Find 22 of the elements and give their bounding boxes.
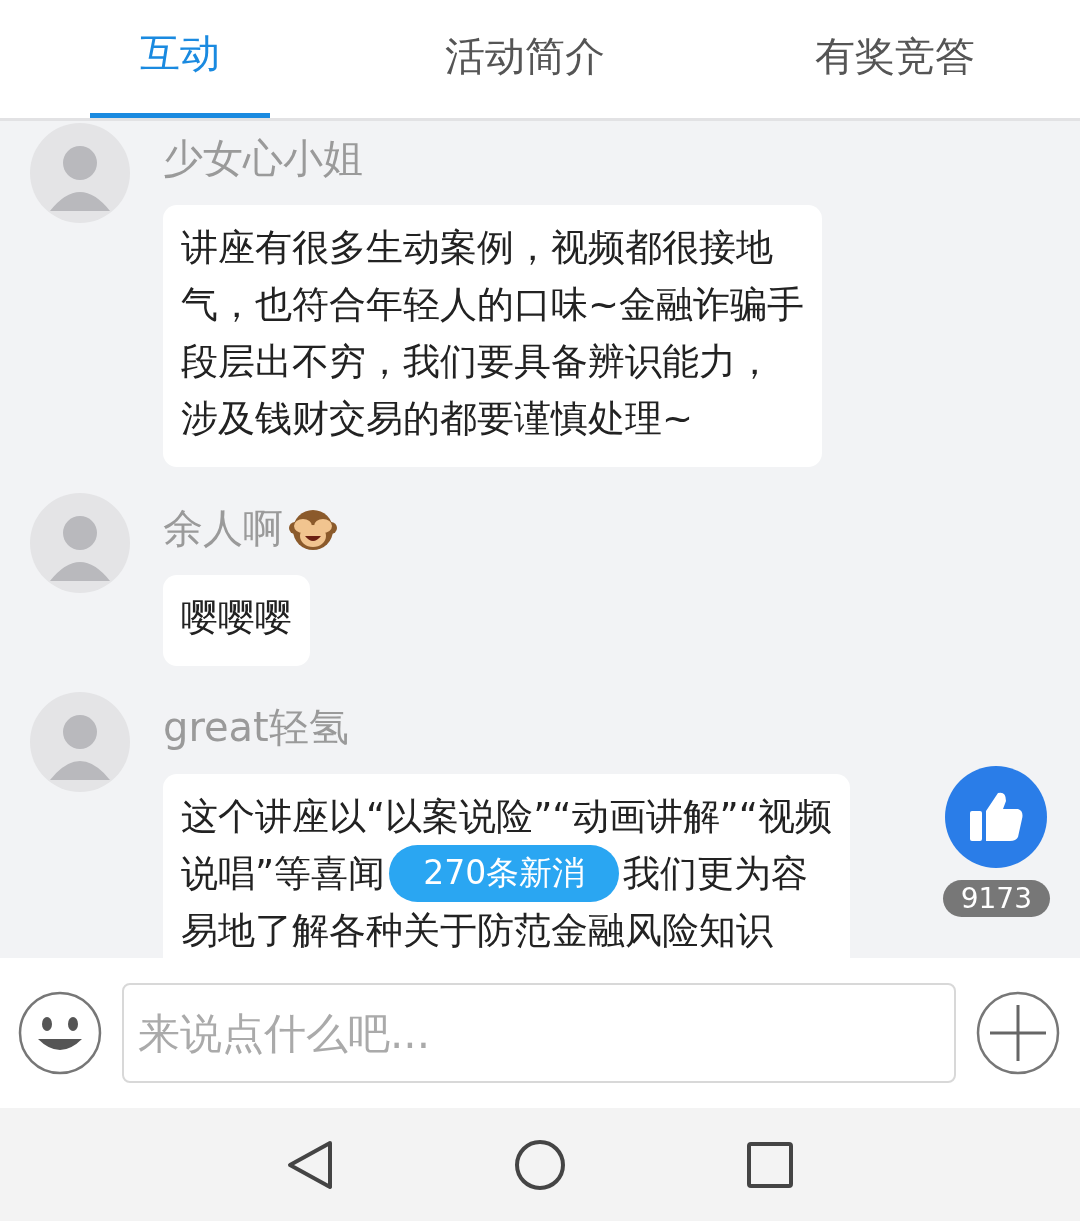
message-text: 段层出不穷，我们要具备辨识能力， <box>181 338 773 385</box>
recents-icon[interactable] <box>746 1140 794 1189</box>
tab[interactable]: 互动 <box>90 0 270 118</box>
message-text: 讲座有很多生动案例，视频都很接地 <box>181 224 773 271</box>
message-text: 说唱”等喜闻 <box>181 850 386 897</box>
message-text: 我们更为容 <box>623 850 809 897</box>
message-text: 这个讲座以“以案说险”“动画讲解”“视频 <box>181 793 832 840</box>
message-text: 涉及钱财交易的都要谨慎处理~ <box>181 395 693 442</box>
message-text: 气，也符合年轻人的口味~金融诈骗手 <box>181 281 804 328</box>
emoji-icon[interactable] <box>18 991 102 1075</box>
home-icon[interactable] <box>514 1138 566 1191</box>
user-name: great轻氢 <box>163 702 349 752</box>
plus-icon[interactable] <box>976 991 1060 1075</box>
tab[interactable]: 活动简介 <box>340 0 710 118</box>
like-count: 9173 <box>942 880 1050 917</box>
message-text: 易地了解各种关于防范金融风险知识 <box>181 907 773 954</box>
user-name: 余人啊 <box>163 503 283 553</box>
input-field[interactable]: 来说点什么吧... <box>122 983 956 1083</box>
tab[interactable]: 有奖竞答 <box>710 0 1080 118</box>
back-icon[interactable] <box>286 1139 334 1190</box>
message-text: 嘤嘤嘤 <box>181 594 292 641</box>
user-name: 少女心小姐 <box>163 133 363 183</box>
